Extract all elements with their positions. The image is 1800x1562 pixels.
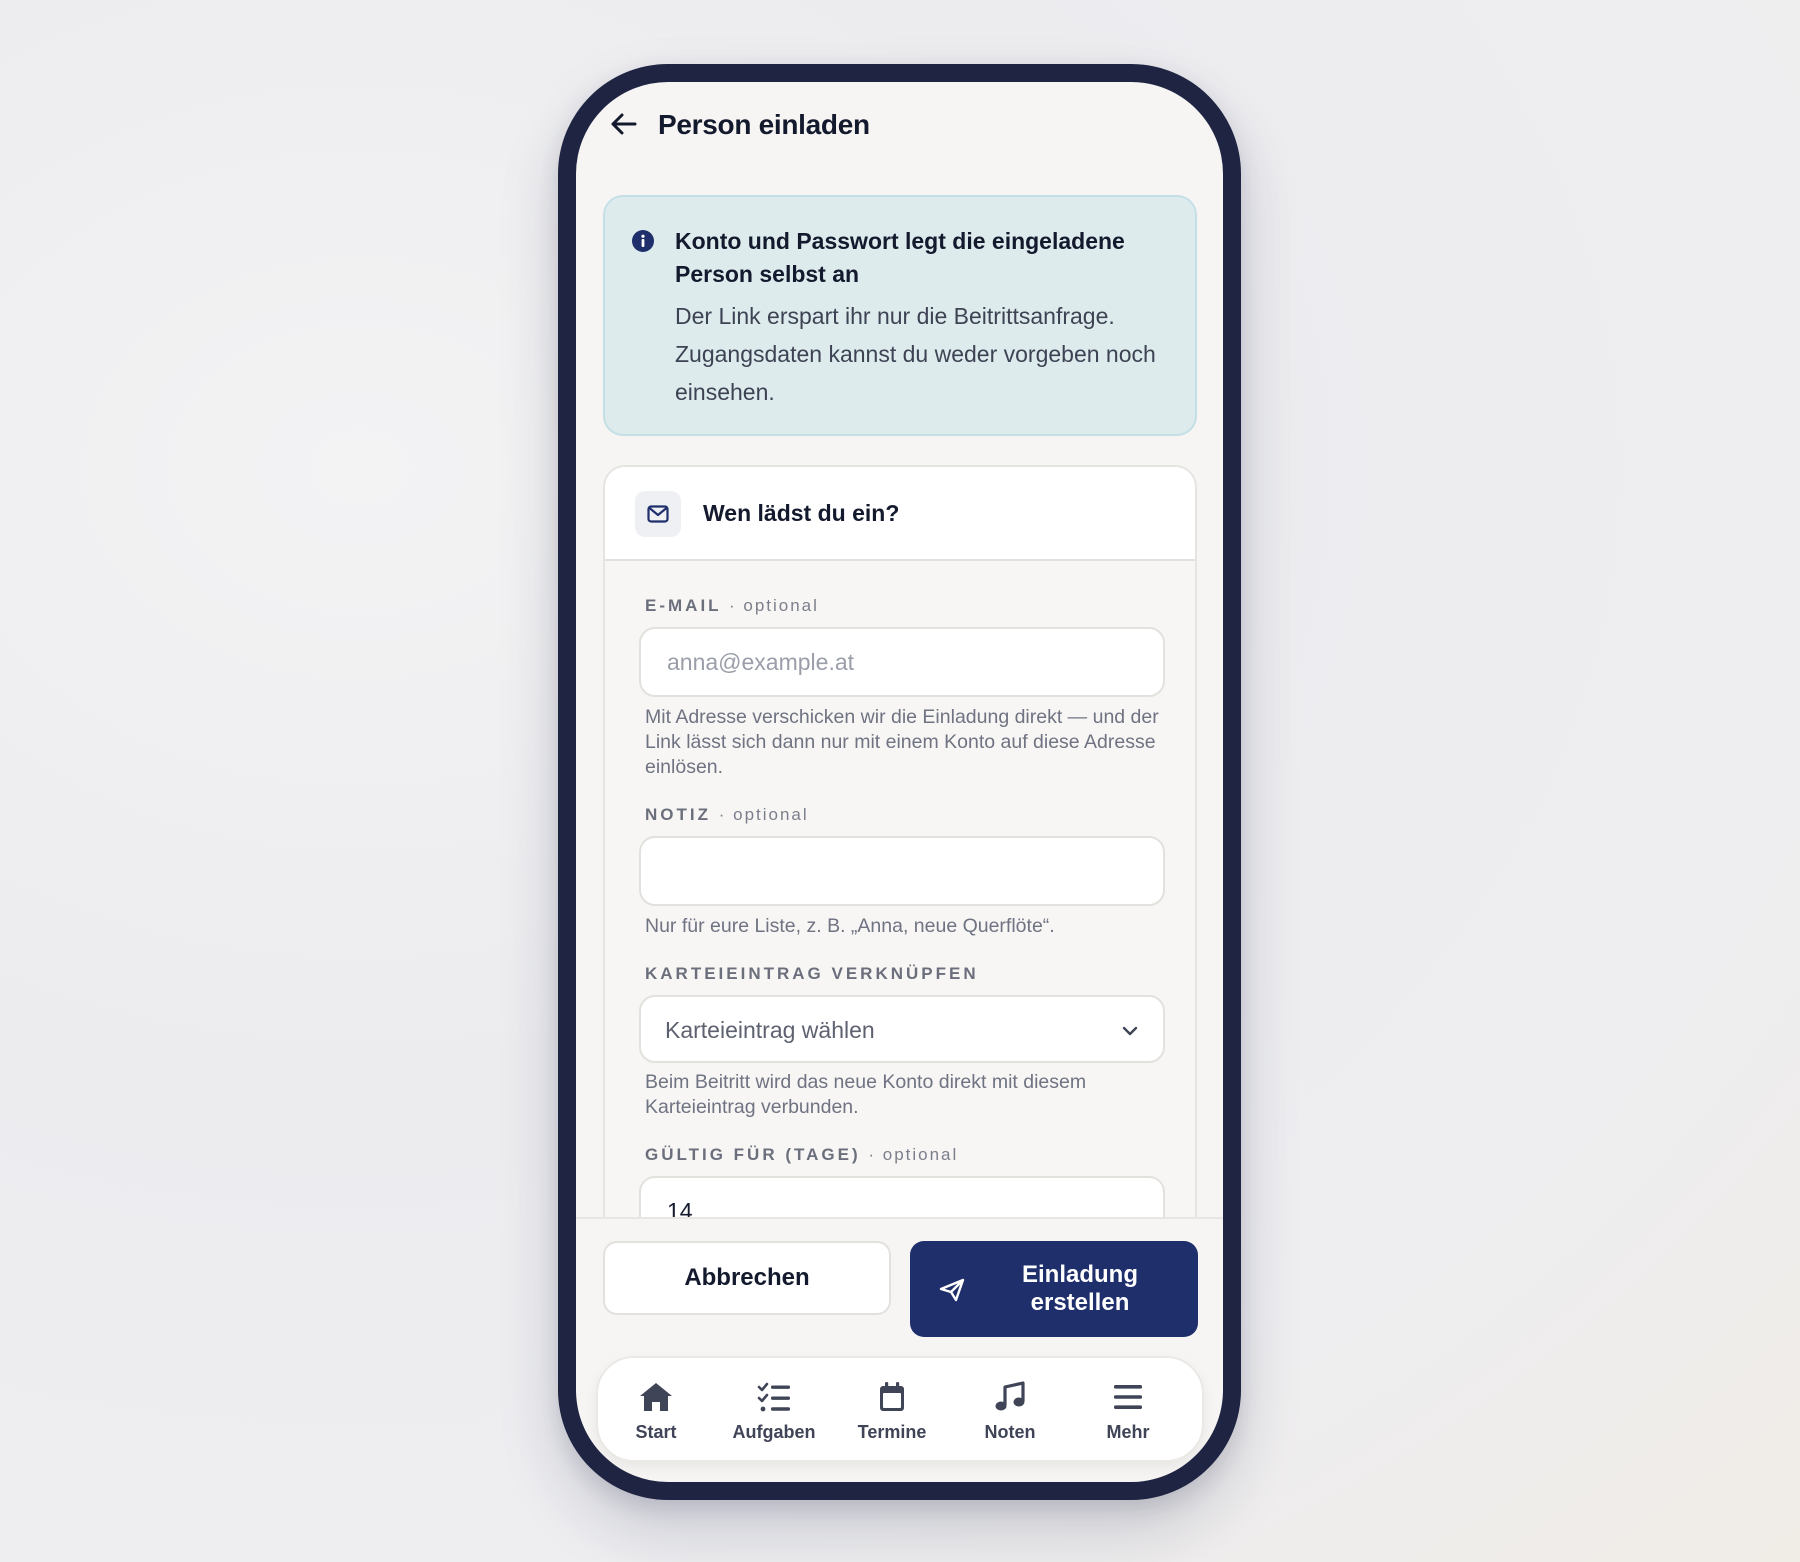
chevron-down-icon xyxy=(1122,1026,1138,1036)
nav-label-termine: Termine xyxy=(857,1422,927,1442)
info-callout: Konto und Passwort legt die eingeladene … xyxy=(603,195,1197,436)
form-scroll-area[interactable]: Wen lädst du ein? E-MAIL · optional Mit … xyxy=(576,465,1223,1217)
card-header: Wen lädst du ein? xyxy=(605,467,1195,561)
create-invite-label: Einladung erstellen xyxy=(1022,1261,1138,1316)
invite-form-card: Wen lädst du ein? E-MAIL · optional Mit … xyxy=(603,465,1197,1217)
nav-item-mehr[interactable]: Mehr xyxy=(1078,1380,1178,1443)
note-label-text: NOTIZ xyxy=(645,805,711,824)
nav-item-termine[interactable]: Termine xyxy=(842,1380,942,1443)
note-field[interactable] xyxy=(639,836,1165,906)
email-optional: · optional xyxy=(728,596,819,615)
nav-label-mehr: Mehr xyxy=(1106,1422,1150,1442)
bottom-nav: Start Aufgaben Termine Noten Mehr xyxy=(596,1356,1204,1462)
validity-label: GÜLTIG FÜR (TAGE) · optional xyxy=(645,1145,958,1165)
music-note-icon xyxy=(995,1381,1025,1411)
validity-label-text: GÜLTIG FÜR (TAGE) xyxy=(645,1145,861,1164)
card-title: Wen lädst du ein? xyxy=(703,500,900,526)
nav-item-noten[interactable]: Noten xyxy=(960,1380,1060,1443)
note-optional: · optional xyxy=(718,805,809,824)
entry-label: KARTEIEINTRAG VERKNÜPFEN xyxy=(645,964,979,984)
cancel-button[interactable]: Abbrechen xyxy=(603,1241,891,1315)
entry-help: Beim Beitritt wird das neue Konto direkt… xyxy=(645,1071,1087,1118)
entry-select[interactable]: Karteieintrag wählen xyxy=(639,995,1165,1063)
email-label-text: E-MAIL xyxy=(645,596,722,615)
nav-label-noten: Noten xyxy=(984,1422,1036,1442)
email-label: E-MAIL · optional xyxy=(645,596,819,616)
nav-item-aufgaben[interactable]: Aufgaben xyxy=(724,1380,824,1443)
nav-item-start[interactable]: Start xyxy=(606,1380,706,1443)
page-title: Person einladen xyxy=(658,109,870,140)
email-help: Mit Adresse verschicken wir die Einladun… xyxy=(645,706,1159,778)
info-icon xyxy=(632,230,654,252)
nav-label-start: Start xyxy=(635,1422,677,1442)
callout-body: Der Link erspart ihr nur die Beitrittsan… xyxy=(675,303,1156,405)
card-icon-box xyxy=(635,491,681,537)
calendar-icon xyxy=(880,1382,904,1411)
phone-frame: Person einladen Konto und Passwort legt … xyxy=(558,64,1241,1500)
nav-label-aufgaben: Aufgaben xyxy=(732,1422,816,1442)
arrow-left-icon xyxy=(611,113,637,135)
top-bar: Person einladen xyxy=(576,82,1223,182)
menu-icon xyxy=(1114,1385,1142,1409)
tasks-icon xyxy=(757,1382,790,1412)
entry-select-value: Karteieintrag wählen xyxy=(665,1017,875,1043)
app-screen: Person einladen Konto und Passwort legt … xyxy=(576,82,1223,1482)
note-help: Nur für eure Liste, z. B. „Anna, neue Qu… xyxy=(645,915,1055,937)
actions-divider xyxy=(576,1217,1223,1219)
validity-optional: · optional xyxy=(868,1145,959,1164)
email-field[interactable] xyxy=(639,627,1165,697)
back-button[interactable] xyxy=(606,106,642,142)
validity-days-field[interactable] xyxy=(639,1176,1165,1217)
home-icon xyxy=(640,1383,672,1411)
create-invite-button[interactable]: Einladung erstellen xyxy=(910,1241,1198,1337)
envelope-icon xyxy=(647,505,669,523)
send-icon xyxy=(939,1278,965,1302)
note-label: NOTIZ · optional xyxy=(645,805,809,825)
callout-title: Konto und Passwort legt die eingeladene … xyxy=(675,228,1125,287)
entry-label-text: KARTEIEINTRAG VERKNÜPFEN xyxy=(645,964,979,983)
